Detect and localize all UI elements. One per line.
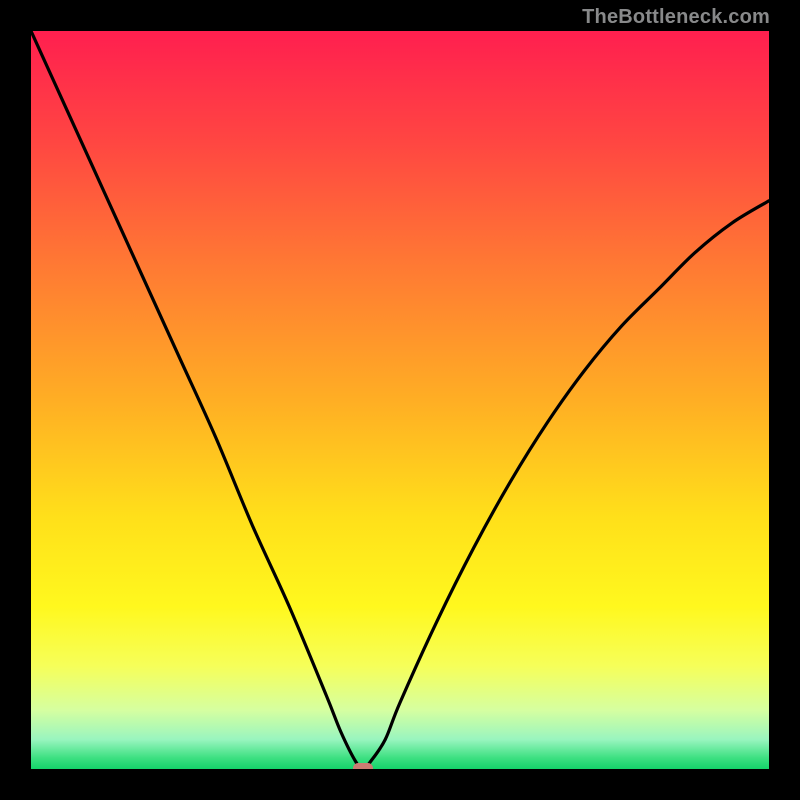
plot-area — [31, 31, 769, 769]
watermark-text: TheBottleneck.com — [582, 6, 770, 29]
optimum-marker — [353, 763, 373, 769]
chart-frame: TheBottleneck.com — [0, 0, 800, 800]
bottleneck-curve — [31, 31, 769, 769]
